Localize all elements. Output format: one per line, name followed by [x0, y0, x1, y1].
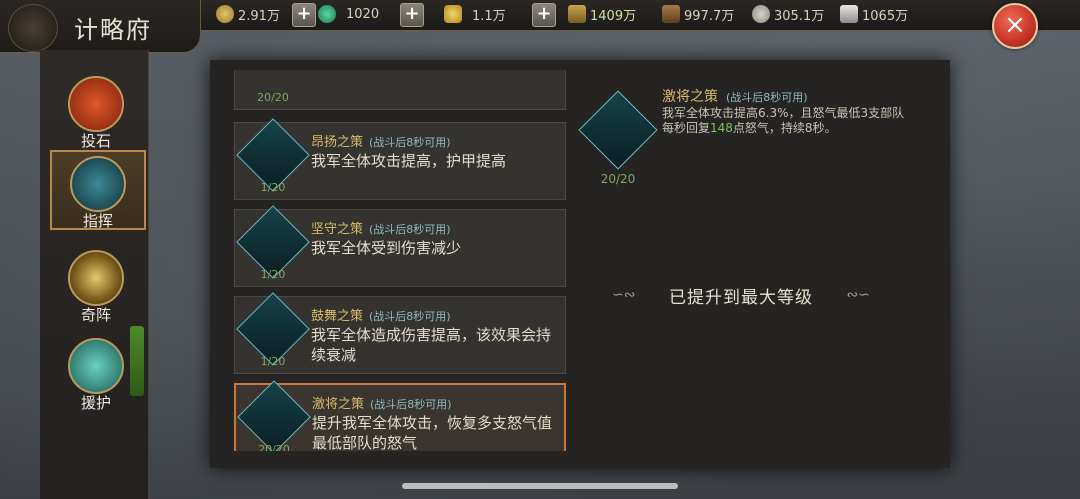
- title-plate: 计略府: [0, 0, 201, 53]
- skill-description: 我军全体造成伤害提高，该效果会持续衰减: [311, 326, 552, 364]
- resource-gold: 1.1万: [444, 4, 506, 24]
- selected-skill-name: 激将之策 (战斗后8秒可用): [662, 89, 808, 105]
- provoke-fist-icon: [237, 380, 311, 451]
- handshake-icon: [68, 338, 124, 394]
- resource-copper: 2.91万: [216, 4, 280, 24]
- skill-description: 我军全体攻击提高，护甲提高: [311, 152, 507, 170]
- max-level-text: 已提升到最大等级: [669, 287, 813, 308]
- skill-level: 1/20: [260, 268, 286, 281]
- yin-yang-icon: [68, 250, 124, 306]
- resource-grain: 1409万: [568, 4, 636, 24]
- catapult-icon: [68, 76, 124, 132]
- add-gold-button[interactable]: +: [532, 3, 556, 27]
- jade-icon: [318, 5, 336, 23]
- skill-name: 激将之策 (战斗后8秒可用): [312, 397, 452, 412]
- resource-iron: 1065万: [840, 4, 908, 24]
- skill-name: 鼓舞之策 (战斗后8秒可用): [311, 309, 451, 324]
- skill-level: 20/20: [257, 91, 289, 104]
- list-item[interactable]: 1/20 昂扬之策 (战斗后8秒可用) 我军全体攻击提高，护甲提高: [234, 118, 566, 200]
- resource-jade: 1020: [318, 4, 379, 24]
- skill-name: 坚守之策 (战斗后8秒可用): [311, 222, 451, 237]
- commander-icon: [70, 156, 126, 212]
- nav-item-command[interactable]: 指挥: [50, 150, 146, 230]
- grain-icon: [568, 5, 586, 23]
- strategy-list[interactable]: 20/20 1/20 昂扬之策 (战斗后8秒可用) 我军全体攻击提高，护甲提高 1…: [234, 70, 566, 451]
- add-copper-button[interactable]: +: [292, 3, 316, 27]
- wood-amount: 997.7万: [684, 8, 735, 24]
- nav-item-catapult[interactable]: 投石: [52, 72, 140, 152]
- iron-icon: [840, 5, 858, 23]
- gold-amount: 1.1万: [472, 8, 506, 24]
- grain-amount: 1409万: [590, 8, 637, 24]
- ornament-left-icon: ∽∾: [612, 287, 636, 303]
- skill-description: 我军全体受到伤害减少: [311, 239, 462, 257]
- stone-amount: 305.1万: [774, 8, 825, 24]
- nav-item-label: 指挥: [82, 212, 113, 230]
- add-jade-button[interactable]: +: [400, 3, 424, 27]
- close-button[interactable]: ×: [992, 3, 1038, 49]
- copper-amount: 2.91万: [238, 8, 280, 24]
- iron-amount: 1065万: [862, 8, 909, 24]
- list-item[interactable]: 1/20 鼓舞之策 (战斗后8秒可用) 我军全体造成伤害提高，该效果会持续衰减: [234, 292, 566, 374]
- jade-amount: 1020: [346, 6, 380, 22]
- list-item[interactable]: 20/20: [234, 70, 566, 110]
- copper-coin-icon: [216, 5, 234, 23]
- skill-level: 1/20: [260, 181, 286, 194]
- title-emblem-icon: [8, 4, 58, 52]
- nav-item-label: 投石: [80, 132, 111, 150]
- list-item-selected[interactable]: 20/20 激将之策 (战斗后8秒可用) 提升我军全体攻击，恢复多支怒气值最低部队…: [234, 380, 566, 451]
- nav-item-label: 援护: [80, 394, 111, 412]
- category-sidebar: 投石 指挥 奇阵 援护: [40, 50, 149, 499]
- selected-skill-level: 20/20: [600, 172, 636, 186]
- skill-description: 提升我军全体攻击，恢复多支怒气值最低部队的怒气: [312, 414, 553, 451]
- resource-wood: 997.7万: [662, 4, 734, 24]
- skill-name: 昂扬之策 (战斗后8秒可用): [311, 135, 451, 150]
- skill-level: 1/20: [260, 355, 286, 368]
- skill-level: 20/20: [258, 443, 290, 451]
- nav-item-label: 奇阵: [80, 306, 111, 324]
- stone-icon: [752, 5, 770, 23]
- nav-item-support[interactable]: 援护: [52, 334, 140, 414]
- new-strategy-tag: [130, 326, 144, 396]
- ornament-right-icon: ∾∽: [846, 287, 870, 303]
- selected-skill-description: 我军全体攻击提高6.3%，且怒气最低3支部队每秒回复148点怒气，持续8秒。: [662, 106, 905, 135]
- nav-item-formation[interactable]: 奇阵: [52, 246, 140, 326]
- resource-stone: 305.1万: [752, 4, 824, 24]
- list-item[interactable]: 1/20 坚守之策 (战斗后8秒可用) 我军全体受到伤害减少: [234, 205, 566, 287]
- wood-icon: [662, 5, 680, 23]
- max-level-banner: ∽∾ 已提升到最大等级 ∾∽: [612, 284, 870, 308]
- home-indicator[interactable]: [402, 483, 678, 489]
- page-title: 计略府: [74, 16, 152, 44]
- gold-ingot-icon: [444, 5, 462, 23]
